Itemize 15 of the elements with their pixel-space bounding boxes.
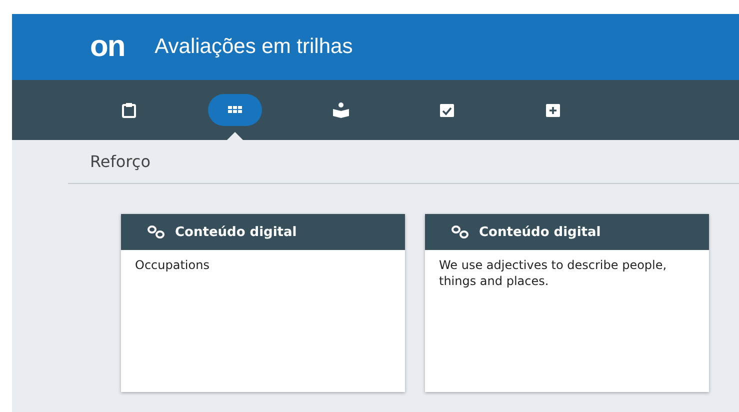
book-icon bbox=[332, 101, 350, 119]
content-card[interactable]: Conteúdo digital Occupations bbox=[121, 214, 405, 392]
plus-icon bbox=[544, 101, 562, 119]
clipboard-icon bbox=[120, 101, 138, 119]
checklist-icon bbox=[438, 101, 456, 119]
section-title: Reforço bbox=[68, 140, 739, 184]
link-icon bbox=[451, 225, 469, 239]
card-heading: Conteúdo digital bbox=[175, 224, 297, 240]
app-logo: on bbox=[90, 32, 126, 62]
card-text: We use adjectives to describe people, things and places. bbox=[438, 257, 668, 290]
app-title: Avaliações em trilhas bbox=[154, 35, 353, 59]
link-icon bbox=[147, 225, 165, 239]
card-text: Occupations bbox=[134, 257, 210, 274]
card-heading: Conteúdo digital bbox=[479, 224, 601, 240]
content-card[interactable]: Conteúdo digital We use adjectives to describe people, things and places. bbox=[425, 214, 709, 392]
